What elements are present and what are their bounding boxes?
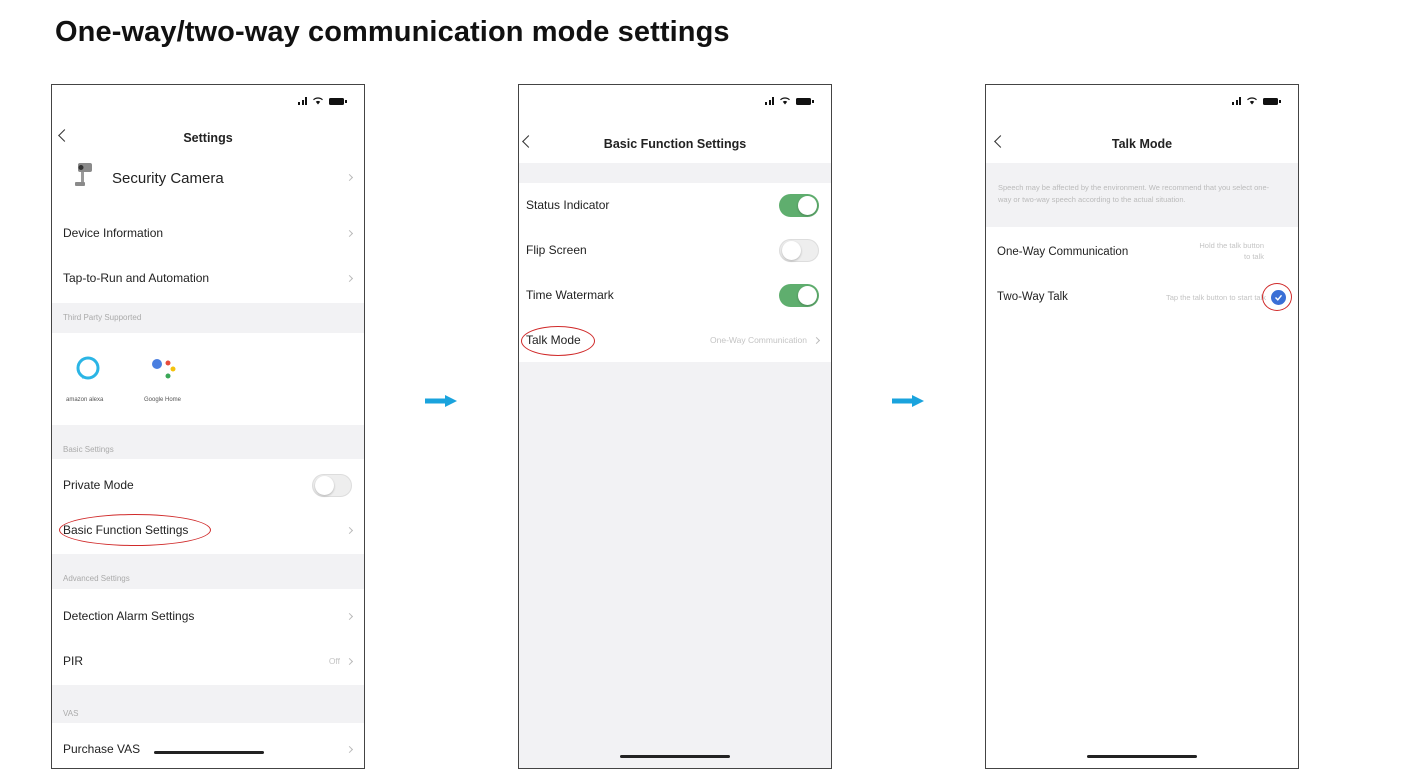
section-label: Basic Settings [63,445,114,454]
row-label: One-Way Communication [997,246,1129,258]
row-label: Status Indicator [526,198,610,212]
battery-icon [329,97,347,105]
signal-icon [1232,97,1241,105]
detection-alarm-row[interactable]: Detection Alarm Settings [52,594,364,638]
chevron-right-icon [345,745,354,753]
battery-icon [1263,97,1281,105]
chevron-right-icon [345,526,354,534]
third-party-panel: amazon alexa Google Home [52,333,364,425]
wifi-icon [313,97,323,105]
status-bar [1232,97,1281,105]
two-way-description: Tap the talk button to start talk [1165,292,1266,302]
toggle-knob [798,195,817,215]
battery-icon [796,97,814,105]
signal-icon [298,97,307,105]
device-information-row[interactable]: Device Information [52,211,364,255]
camera-icon [75,163,92,186]
chevron-right-icon [345,173,354,181]
pir-row[interactable]: PIR Off [52,639,364,683]
hint-text: Speech may be affected by the environmen… [998,183,1270,204]
highlight-ring [1262,283,1292,311]
home-indicator [1087,755,1197,758]
chevron-right-icon [345,229,354,237]
empty-area [519,362,831,768]
section-label: Third Party Supported [63,313,142,322]
tap-to-run-row[interactable]: Tap-to-Run and Automation [52,256,364,300]
section-label: VAS [63,709,79,718]
flip-screen-toggle[interactable] [779,238,819,262]
private-mode-toggle[interactable] [312,473,352,497]
chevron-right-icon [345,274,354,282]
status-bar [298,97,347,105]
section-header: Third Party Supported [52,303,364,333]
alexa-icon[interactable] [75,355,101,381]
nav-title: Basic Function Settings [603,137,747,151]
one-way-desc-line: Hold the talk button [1199,241,1264,250]
row-label: Two-Way Talk [997,291,1068,303]
chevron-right-icon [812,336,821,344]
one-way-communication-row[interactable]: One-Way Communication Hold the talk butt… [986,230,1298,274]
page-title: One-way/two-way communication mode setti… [55,16,730,48]
toggle-knob [798,285,817,305]
row-label: Purchase VAS [63,742,141,756]
row-label: Detection Alarm Settings [63,609,195,623]
flip-screen-row: Flip Screen [519,228,831,272]
phone-basic-function-screen: Basic Function Settings Status Indicator… [518,84,832,769]
one-way-desc-line: to talk [1243,252,1264,261]
wifi-icon [780,97,790,105]
highlight-ring [59,514,211,546]
arrow-right-icon [892,395,924,407]
home-indicator [620,755,730,758]
private-mode-row: Private Mode [52,463,364,507]
row-label: Device Information [63,226,164,240]
nav-title: Talk Mode [1111,137,1173,151]
row-label: Time Watermark [526,288,614,302]
phone-talk-mode-screen: Talk Mode Speech may be affected by the … [985,84,1299,769]
alexa-label: amazon alexa [66,397,104,403]
google-home-label: Google Home [144,397,182,403]
talk-mode-value: One-Way Communication [710,335,807,345]
chevron-right-icon [345,612,354,620]
google-assistant-icon[interactable] [149,355,185,381]
status-indicator-toggle[interactable] [779,193,819,217]
home-indicator [154,751,264,754]
chevron-right-icon [345,657,354,665]
two-way-talk-row[interactable]: Two-Way Talk Tap the talk button to star… [986,275,1298,319]
one-way-description: Hold the talk button to talk [1199,240,1264,262]
status-indicator-row: Status Indicator [519,183,831,227]
wifi-icon [1247,97,1257,105]
toggle-knob [315,475,334,495]
highlight-ring [521,326,595,356]
device-name: Security Camera [112,170,224,187]
toggle-knob [782,240,801,260]
section-header: Basic Settings [52,425,364,459]
status-bar [765,97,814,105]
signal-icon [765,97,774,105]
time-watermark-toggle[interactable] [779,283,819,307]
row-label: Flip Screen [526,243,587,257]
section-header: VAS [52,685,364,723]
phone-settings-screen: Settings Security Camera Device Informat… [51,84,365,769]
pir-value: Off [328,656,340,666]
row-label: Private Mode [63,478,134,492]
nav-title: Settings [183,131,233,145]
purchase-vas-row[interactable]: Purchase VAS [52,727,364,768]
section-header: Advanced Settings [52,554,364,589]
arrow-right-icon [425,395,457,407]
row-label: PIR [63,654,84,668]
row-label: Tap-to-Run and Automation [63,271,210,285]
time-watermark-row: Time Watermark [519,273,831,317]
section-label: Advanced Settings [63,574,130,583]
